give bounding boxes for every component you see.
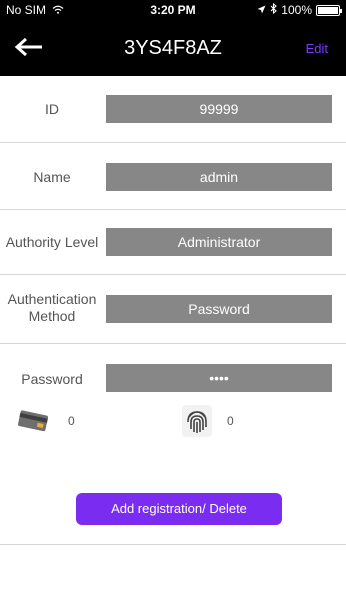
fingerprint-icon <box>182 405 212 437</box>
credential-counts: 0 0 <box>0 396 346 446</box>
authentication-method-row: Authentication Method Password <box>0 275 346 343</box>
authority-level-value: Administrator <box>106 228 332 256</box>
authentication-method-label-line1: Authentication <box>7 291 97 307</box>
id-row: ID 99999 <box>0 76 346 142</box>
status-bar: No SIM 3:20 PM 100% <box>0 0 346 20</box>
authentication-method-value: Password <box>106 295 332 323</box>
battery-percent: 100% <box>281 3 312 17</box>
nav-bar: 3YS4F8AZ Edit <box>0 20 346 76</box>
name-label: Name <box>33 169 71 185</box>
password-row: Password •••• <box>0 344 346 396</box>
id-label: ID <box>45 101 59 117</box>
card-count: 0 <box>68 414 75 428</box>
password-label: Password <box>21 371 83 387</box>
id-value: 99999 <box>106 95 332 123</box>
name-value: admin <box>106 163 332 191</box>
fingerprint-count: 0 <box>227 414 234 428</box>
add-registration-delete-button[interactable]: Add registration/ Delete <box>76 493 282 525</box>
status-right: 100% <box>257 2 342 17</box>
authentication-method-label: Authentication Method <box>0 291 104 325</box>
divider <box>0 544 346 545</box>
page-title: 3YS4F8AZ <box>124 37 222 59</box>
password-value: •••• <box>106 364 332 392</box>
authority-level-row: Authority Level Administrator <box>0 210 346 274</box>
card-icon <box>16 410 52 432</box>
bluetooth-icon <box>270 2 278 17</box>
location-arrow-icon <box>257 3 266 17</box>
name-row: Name admin <box>0 143 346 209</box>
authentication-method-label-line2: Method <box>28 308 76 324</box>
authority-level-label: Authority Level <box>5 234 99 250</box>
battery-icon <box>316 4 342 16</box>
edit-button[interactable]: Edit <box>306 41 328 56</box>
